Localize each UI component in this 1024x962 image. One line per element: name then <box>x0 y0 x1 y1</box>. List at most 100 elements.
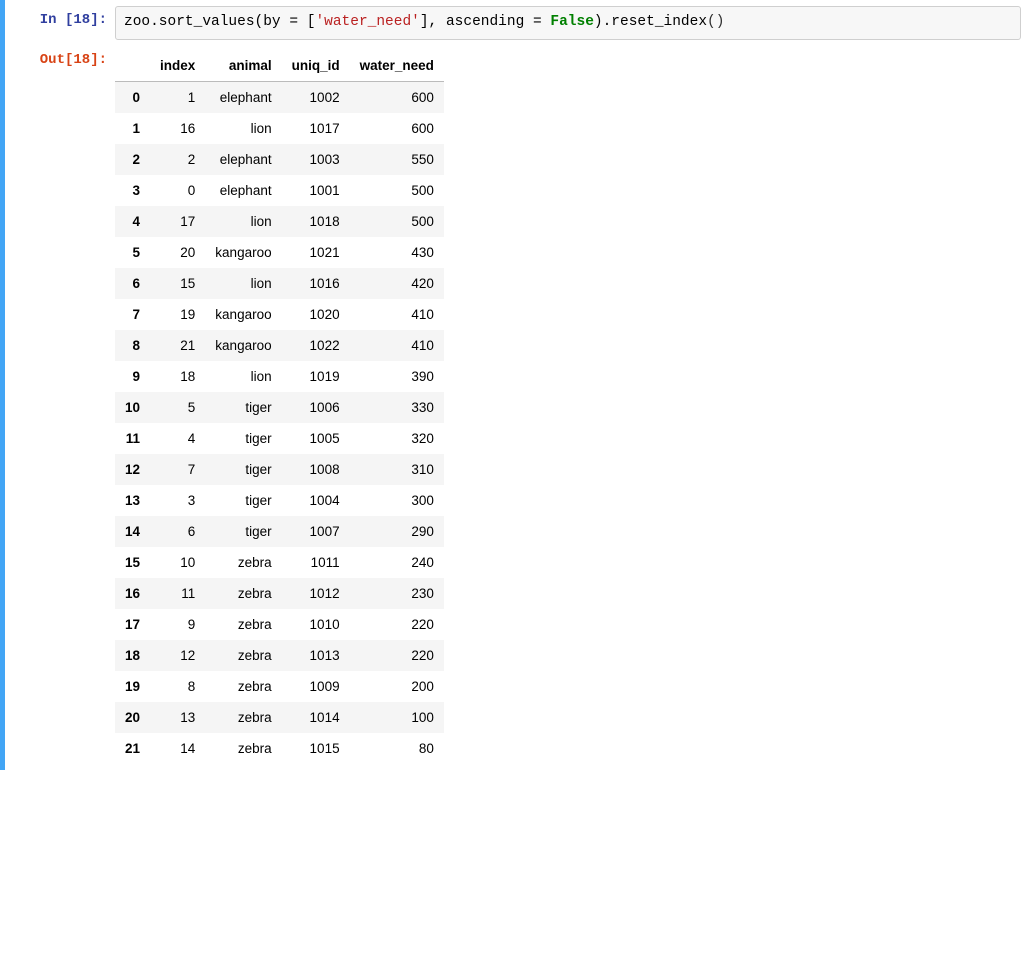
dataframe-cell: 12 <box>150 640 205 671</box>
table-row: 127tiger1008310 <box>115 454 444 485</box>
dataframe-row-label: 13 <box>115 485 150 516</box>
code-paren: ( <box>707 14 716 30</box>
dataframe-cell: elephant <box>205 81 281 113</box>
dataframe-cell: 0 <box>150 175 205 206</box>
dataframe-cell: 1008 <box>282 454 350 485</box>
dataframe-cell: 300 <box>350 485 444 516</box>
dataframe-cell: lion <box>205 361 281 392</box>
dataframe-cell: 320 <box>350 423 444 454</box>
dataframe-row-label: 6 <box>115 268 150 299</box>
dataframe-cell: 1010 <box>282 609 350 640</box>
dataframe-cell: 390 <box>350 361 444 392</box>
dataframe-cell: 15 <box>150 268 205 299</box>
dataframe-row-label: 2 <box>115 144 150 175</box>
dataframe-cell: 1017 <box>282 113 350 144</box>
dataframe-cell: lion <box>205 113 281 144</box>
table-row: 821kangaroo1022410 <box>115 330 444 361</box>
dataframe-row-label: 20 <box>115 702 150 733</box>
table-row: 918lion1019390 <box>115 361 444 392</box>
dataframe-cell: elephant <box>205 175 281 206</box>
output-cell: Out[18]: indexanimaluniq_idwater_need 01… <box>0 40 1021 770</box>
table-row: 179zebra1010220 <box>115 609 444 640</box>
dataframe-cell: 1 <box>150 81 205 113</box>
dataframe-cell: 500 <box>350 206 444 237</box>
dataframe-cell: zebra <box>205 702 281 733</box>
dataframe-cell: 1014 <box>282 702 350 733</box>
table-row: 1510zebra1011240 <box>115 547 444 578</box>
dataframe-cell: 6 <box>150 516 205 547</box>
dataframe-cell: 500 <box>350 175 444 206</box>
dataframe-row-label: 19 <box>115 671 150 702</box>
code-constant: False <box>550 14 594 30</box>
dataframe-row-label: 12 <box>115 454 150 485</box>
dataframe-cell: 1021 <box>282 237 350 268</box>
code-segment: ], ascending = <box>420 14 551 30</box>
dataframe-cell: zebra <box>205 609 281 640</box>
dataframe-cell: 230 <box>350 578 444 609</box>
dataframe-cell: 20 <box>150 237 205 268</box>
table-row: 1812zebra1013220 <box>115 640 444 671</box>
table-row: 116lion1017600 <box>115 113 444 144</box>
dataframe-cell: 290 <box>350 516 444 547</box>
dataframe-row-label: 3 <box>115 175 150 206</box>
dataframe-row-label: 14 <box>115 516 150 547</box>
dataframe-cell: 100 <box>350 702 444 733</box>
dataframe-cell: 1004 <box>282 485 350 516</box>
dataframe-cell: 1022 <box>282 330 350 361</box>
dataframe-cell: 1012 <box>282 578 350 609</box>
dataframe-cell: kangaroo <box>205 330 281 361</box>
dataframe-row-label: 5 <box>115 237 150 268</box>
dataframe-cell: 1007 <box>282 516 350 547</box>
dataframe-cell: 410 <box>350 330 444 361</box>
dataframe-cell: zebra <box>205 733 281 764</box>
table-row: 146tiger1007290 <box>115 516 444 547</box>
input-prompt-label: In [18]: <box>40 12 107 28</box>
dataframe-cell: kangaroo <box>205 299 281 330</box>
dataframe-cell: zebra <box>205 671 281 702</box>
dataframe-cell: 330 <box>350 392 444 423</box>
table-row: 1611zebra1012230 <box>115 578 444 609</box>
dataframe-row-label: 16 <box>115 578 150 609</box>
dataframe-cell: tiger <box>205 392 281 423</box>
dataframe-cell: 1001 <box>282 175 350 206</box>
code-segment: ).reset_index <box>594 14 707 30</box>
table-row: 22elephant1003550 <box>115 144 444 175</box>
dataframe-cell: 1002 <box>282 81 350 113</box>
dataframe-cell: 220 <box>350 609 444 640</box>
dataframe-column-header: water_need <box>350 50 444 82</box>
dataframe-row-label: 10 <box>115 392 150 423</box>
dataframe-column-header: index <box>150 50 205 82</box>
dataframe-header-row: indexanimaluniq_idwater_need <box>115 50 444 82</box>
dataframe-body: 01elephant1002600116lion101760022elephan… <box>115 81 444 764</box>
dataframe-cell: 600 <box>350 113 444 144</box>
dataframe-cell: 21 <box>150 330 205 361</box>
dataframe-cell: 410 <box>350 299 444 330</box>
dataframe-cell: 1005 <box>282 423 350 454</box>
dataframe-cell: 430 <box>350 237 444 268</box>
dataframe-cell: 420 <box>350 268 444 299</box>
dataframe-cell: 1009 <box>282 671 350 702</box>
dataframe-row-label: 18 <box>115 640 150 671</box>
dataframe-cell: tiger <box>205 485 281 516</box>
dataframe-row-label: 0 <box>115 81 150 113</box>
dataframe-cell: lion <box>205 268 281 299</box>
dataframe-cell: 2 <box>150 144 205 175</box>
input-prompt: In [18]: <box>5 6 115 40</box>
dataframe-cell: 5 <box>150 392 205 423</box>
code-paren: ) <box>716 14 725 30</box>
dataframe-cell: 1011 <box>282 547 350 578</box>
dataframe-cell: 4 <box>150 423 205 454</box>
dataframe-cell: tiger <box>205 516 281 547</box>
dataframe-cell: 11 <box>150 578 205 609</box>
table-row: 30elephant1001500 <box>115 175 444 206</box>
dataframe-cell: 13 <box>150 702 205 733</box>
code-cell: In [18]: zoo.sort_values(by = ['water_ne… <box>0 0 1021 46</box>
dataframe-cell: 18 <box>150 361 205 392</box>
dataframe-cell: kangaroo <box>205 237 281 268</box>
code-input[interactable]: zoo.sort_values(by = ['water_need'], asc… <box>115 6 1021 40</box>
dataframe-cell: zebra <box>205 547 281 578</box>
table-row: 01elephant1002600 <box>115 81 444 113</box>
dataframe-column-header: uniq_id <box>282 50 350 82</box>
dataframe-corner <box>115 50 150 82</box>
dataframe-cell: zebra <box>205 640 281 671</box>
